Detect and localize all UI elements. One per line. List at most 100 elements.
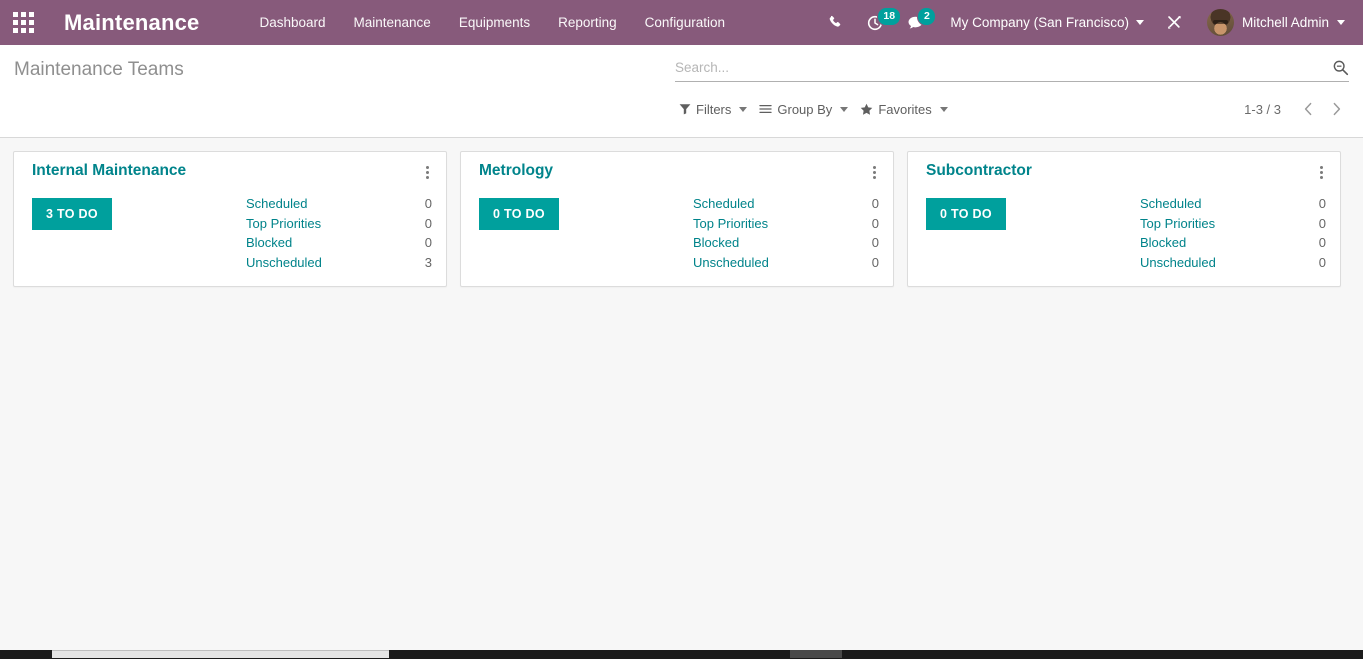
filters-dropdown[interactable]: Filters <box>675 98 755 121</box>
kanban-card-metrology[interactable]: Metrology 0 TO DO Scheduled 0 Top Priori… <box>460 151 894 287</box>
stat-value-scheduled: 0 <box>1318 196 1326 211</box>
stat-label-top-priorities[interactable]: Top Priorities <box>1140 214 1215 234</box>
stat-row: Top Priorities 0 <box>1140 214 1326 234</box>
search-input[interactable] <box>675 58 1324 77</box>
funnel-icon <box>679 104 691 115</box>
filters-label: Filters <box>696 101 732 117</box>
stat-row: Blocked 0 <box>693 233 879 253</box>
pager: 1-3 / 3 <box>1244 96 1349 122</box>
user-name: Mitchell Admin <box>1241 15 1329 30</box>
stat-row: Unscheduled 0 <box>1140 253 1326 273</box>
systray: 18 2 My Company (San Francisco) Mitchell… <box>816 0 1363 45</box>
stat-label-scheduled[interactable]: Scheduled <box>693 194 754 214</box>
chevron-down-icon <box>739 106 748 112</box>
card-menu-button[interactable] <box>865 162 883 182</box>
top-navbar: Maintenance Dashboard Maintenance Equipm… <box>0 0 1363 45</box>
todo-badge[interactable]: 0 TO DO <box>926 198 1006 230</box>
pager-previous-button[interactable] <box>1295 96 1321 122</box>
stat-label-unscheduled[interactable]: Unscheduled <box>1140 253 1216 273</box>
search-button[interactable] <box>1324 59 1349 76</box>
stat-row: Unscheduled 0 <box>693 253 879 273</box>
stat-value-unscheduled: 0 <box>1318 254 1326 270</box>
todo-badge[interactable]: 0 TO DO <box>479 198 559 230</box>
stat-value-blocked: 0 <box>1318 235 1326 250</box>
todo-badge[interactable]: 3 TO DO <box>32 198 112 230</box>
apps-grid-icon <box>12 12 34 33</box>
chevron-down-icon <box>1135 20 1144 25</box>
stat-row: Scheduled 0 <box>246 194 432 214</box>
stat-label-unscheduled[interactable]: Unscheduled <box>693 253 769 273</box>
menu-item-reporting[interactable]: Reporting <box>544 0 631 45</box>
messages-button[interactable]: 2 <box>895 0 937 45</box>
pager-value: 1-3 / 3 <box>1244 101 1281 117</box>
menu-item-configuration[interactable]: Configuration <box>631 0 739 45</box>
kanban-card-subcontractor[interactable]: Subcontractor 0 TO DO Scheduled 0 Top Pr… <box>907 151 1341 287</box>
favorites-label: Favorites <box>878 101 932 117</box>
groupby-dropdown[interactable]: Group By <box>755 98 856 121</box>
main-menu: Dashboard Maintenance Equipments Reporti… <box>245 0 739 45</box>
stat-row: Blocked 0 <box>246 233 432 253</box>
search-icon <box>1333 60 1349 76</box>
stat-value-blocked: 0 <box>424 235 432 250</box>
app-brand-title[interactable]: Maintenance <box>64 10 199 36</box>
card-title: Internal Maintenance <box>32 162 187 179</box>
stat-value-scheduled: 0 <box>871 196 879 211</box>
kanban-view: Internal Maintenance 3 TO DO Scheduled 0… <box>0 138 1363 659</box>
company-switcher[interactable]: My Company (San Francisco) <box>936 0 1154 45</box>
bars-icon <box>759 104 773 114</box>
stat-label-blocked[interactable]: Blocked <box>693 233 739 253</box>
stat-row: Scheduled 0 <box>1140 194 1326 214</box>
chevron-right-icon <box>1333 102 1340 116</box>
card-stats: Scheduled 0 Top Priorities 0 Blocked 0 U… <box>693 194 879 272</box>
activities-button[interactable]: 18 <box>855 0 902 45</box>
apps-menu-button[interactable] <box>0 0 46 45</box>
stat-row: Top Priorities 0 <box>246 214 432 234</box>
search-bar[interactable] <box>675 58 1349 82</box>
avatar <box>1206 9 1234 36</box>
phone-icon <box>830 15 841 27</box>
stat-label-scheduled[interactable]: Scheduled <box>246 194 307 214</box>
phone-button[interactable] <box>816 0 855 45</box>
stat-row: Blocked 0 <box>1140 233 1326 253</box>
messages-count-badge: 2 <box>917 7 937 26</box>
stat-value-top-priorities: 0 <box>1318 215 1326 231</box>
stat-value-blocked: 0 <box>871 235 879 250</box>
card-menu-button[interactable] <box>418 162 436 182</box>
search-options-row: Filters Group By Favorites 1-3 / 3 <box>675 96 1349 122</box>
favorites-dropdown[interactable]: Favorites <box>856 98 955 121</box>
user-menu[interactable]: Mitchell Admin <box>1195 0 1349 45</box>
menu-item-dashboard[interactable]: Dashboard <box>245 0 339 45</box>
menu-item-maintenance[interactable]: Maintenance <box>340 0 445 45</box>
stat-label-top-priorities[interactable]: Top Priorities <box>246 214 321 234</box>
stat-value-top-priorities: 0 <box>424 215 432 231</box>
company-name: My Company (San Francisco) <box>950 15 1129 30</box>
stat-value-scheduled: 0 <box>424 196 432 211</box>
stat-row: Unscheduled 3 <box>246 253 432 273</box>
chevron-down-icon <box>840 106 849 112</box>
debug-tools-button[interactable] <box>1154 0 1195 45</box>
chevron-down-icon <box>939 106 948 112</box>
kanban-card-internal-maintenance[interactable]: Internal Maintenance 3 TO DO Scheduled 0… <box>13 151 447 287</box>
scrollbar-thumb[interactable] <box>52 650 389 658</box>
stat-label-blocked[interactable]: Blocked <box>1140 233 1186 253</box>
card-menu-button[interactable] <box>1312 162 1330 182</box>
groupby-label: Group By <box>777 101 833 117</box>
stat-label-top-priorities[interactable]: Top Priorities <box>693 214 768 234</box>
chevron-down-icon <box>1337 20 1345 25</box>
stat-value-top-priorities: 0 <box>871 215 879 231</box>
menu-item-equipments[interactable]: Equipments <box>445 0 544 45</box>
card-title: Subcontractor <box>926 162 1032 179</box>
stat-row: Scheduled 0 <box>693 194 879 214</box>
stat-row: Top Priorities 0 <box>693 214 879 234</box>
pager-next-button[interactable] <box>1323 96 1349 122</box>
stat-label-scheduled[interactable]: Scheduled <box>1140 194 1201 214</box>
star-icon <box>861 103 873 115</box>
scrollbar-thumb-secondary[interactable] <box>790 650 842 658</box>
horizontal-scrollbar[interactable] <box>0 650 1363 659</box>
bug-tools-icon <box>1168 16 1181 29</box>
card-stats: Scheduled 0 Top Priorities 0 Blocked 0 U… <box>246 194 432 272</box>
stat-label-unscheduled[interactable]: Unscheduled <box>246 253 322 273</box>
control-panel: Maintenance Teams Filters <box>0 45 1363 138</box>
stat-value-unscheduled: 3 <box>424 254 432 270</box>
stat-label-blocked[interactable]: Blocked <box>246 233 292 253</box>
